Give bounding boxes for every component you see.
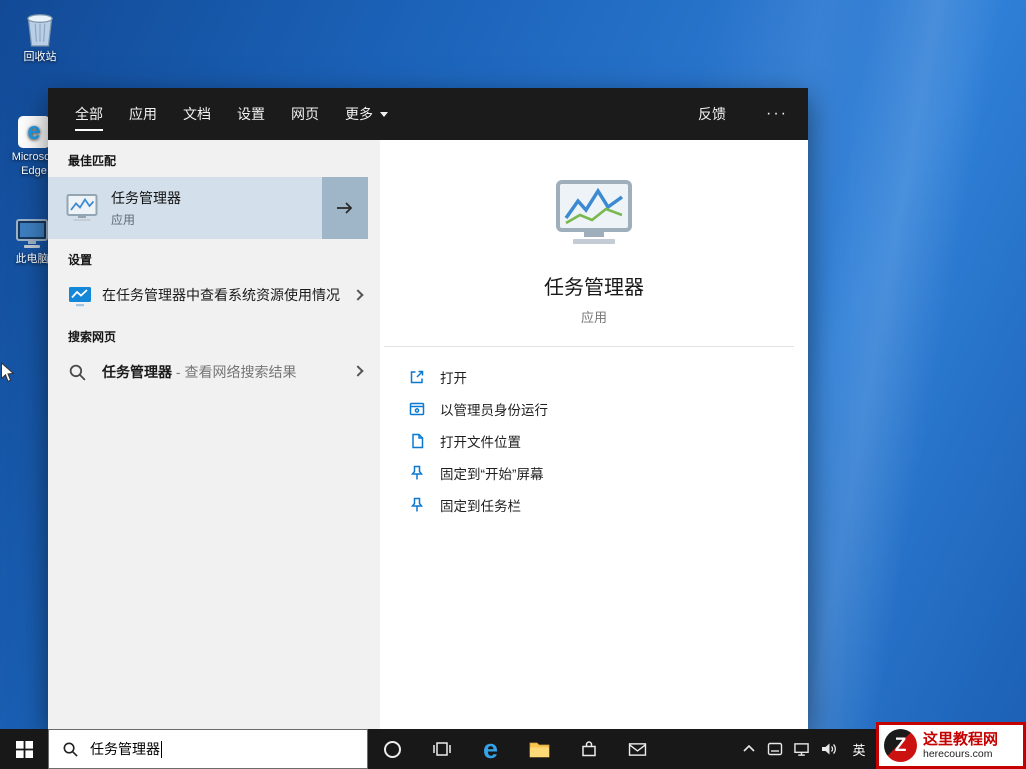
search-icon: [68, 363, 94, 382]
site-watermark: Z 这里教程网 herecours.com: [876, 722, 1026, 769]
tab-more[interactable]: 更多: [332, 88, 401, 140]
search-results-pane: 最佳匹配 任务管理器 应用: [48, 140, 380, 729]
search-icon: [62, 741, 79, 758]
action-label: 以管理员身份运行: [440, 399, 548, 419]
pin-icon: [408, 464, 428, 482]
open-icon: [408, 368, 428, 386]
chevron-right-icon: [352, 289, 363, 300]
mail-button[interactable]: [613, 729, 662, 769]
watermark-site-url: herecours.com: [923, 748, 998, 760]
chevron-down-icon: [380, 112, 388, 117]
action-pin-to-start[interactable]: 固定到“开始”屏幕: [408, 457, 808, 489]
action-pin-to-taskbar[interactable]: 固定到任务栏: [408, 489, 808, 521]
taskbar: 任务管理器 e: [0, 729, 1026, 769]
action-label: 打开: [440, 367, 467, 387]
system-tray: 英: [737, 729, 876, 769]
search-query-text: 任务管理器: [90, 739, 160, 759]
tab-documents[interactable]: 文档: [170, 88, 224, 140]
search-flyout: 全部 应用 文档 设置 网页 更多 反馈 ··· 最佳匹配: [48, 88, 808, 729]
tab-apps[interactable]: 应用: [116, 88, 170, 140]
volume-icon: [820, 741, 838, 757]
action-open-file-location[interactable]: 打开文件位置: [408, 425, 808, 457]
file-location-icon: [408, 432, 428, 450]
tab-label: 设置: [237, 104, 265, 124]
best-match-title: 任务管理器: [111, 188, 322, 208]
expand-result-button[interactable]: [322, 177, 368, 239]
desktop-icon-recycle-bin[interactable]: 回收站: [8, 8, 72, 65]
task-view-icon: [432, 741, 452, 757]
text-caret: [161, 741, 162, 758]
action-run-as-admin[interactable]: 以管理员身份运行: [408, 393, 808, 425]
action-label: 打开文件位置: [440, 431, 521, 451]
store-icon: [580, 740, 598, 758]
admin-window-icon: [408, 400, 428, 418]
volume-button[interactable]: [815, 729, 842, 769]
watermark-site-name: 这里教程网: [923, 731, 998, 748]
tab-settings[interactable]: 设置: [224, 88, 278, 140]
network-icon: [793, 742, 810, 757]
recycle-bin-icon: [8, 8, 72, 48]
settings-result-label: 在任务管理器中查看系统资源使用情况: [102, 285, 340, 305]
cortana-icon: [384, 741, 401, 758]
result-preview-pane: 任务管理器 应用 打开: [380, 140, 808, 729]
feedback-button[interactable]: 反馈: [678, 88, 746, 140]
ime-indicator[interactable]: 英: [842, 729, 876, 769]
more-options-button[interactable]: ···: [746, 88, 808, 140]
pin-icon: [408, 496, 428, 514]
task-view-button[interactable]: [417, 729, 466, 769]
watermark-logo: Z: [884, 729, 917, 762]
system-resource-icon: [68, 286, 94, 307]
best-match-result[interactable]: 任务管理器 应用: [48, 177, 368, 239]
task-manager-icon: [66, 194, 98, 222]
desktop-icon-label: 回收站: [8, 51, 72, 65]
web-section-header: 搜索网页: [48, 316, 380, 353]
action-label: 固定到任务栏: [440, 495, 521, 515]
chevron-up-icon: [743, 745, 755, 753]
web-search-result[interactable]: 任务管理器 - 查看网络搜索结果: [48, 353, 380, 391]
tab-web[interactable]: 网页: [278, 88, 332, 140]
search-filter-bar: 全部 应用 文档 设置 网页 更多 反馈 ···: [48, 88, 808, 140]
action-label: 固定到“开始”屏幕: [440, 463, 544, 483]
cortana-button[interactable]: [368, 729, 417, 769]
folder-icon: [529, 741, 550, 758]
file-explorer-button[interactable]: [515, 729, 564, 769]
tray-app-icon: [767, 742, 783, 756]
arrow-right-icon: [336, 201, 354, 215]
settings-section-header: 设置: [48, 239, 380, 276]
tab-label: 全部: [75, 104, 103, 124]
settings-result[interactable]: 在任务管理器中查看系统资源使用情况: [48, 276, 380, 316]
mail-icon: [628, 742, 647, 757]
chevron-right-icon: [352, 365, 363, 376]
web-result-query: 任务管理器: [102, 364, 172, 380]
web-result-suffix: - 查看网络搜索结果: [172, 364, 296, 380]
best-match-header: 最佳匹配: [48, 140, 380, 177]
windows-logo-icon: [16, 741, 33, 758]
tab-label: 文档: [183, 104, 211, 124]
start-button[interactable]: [0, 729, 48, 769]
tab-label: 网页: [291, 104, 319, 124]
tray-app-button[interactable]: [761, 729, 788, 769]
task-manager-large-icon: [552, 237, 636, 254]
tab-label: 更多: [345, 104, 373, 124]
preview-title: 任务管理器: [380, 271, 808, 300]
store-button[interactable]: [564, 729, 613, 769]
edge-icon: e: [483, 736, 498, 763]
tray-expand-button[interactable]: [737, 729, 761, 769]
edge-button[interactable]: e: [466, 729, 515, 769]
best-match-subtitle: 应用: [111, 211, 322, 228]
tab-all[interactable]: 全部: [62, 88, 116, 140]
taskbar-search-input[interactable]: 任务管理器: [48, 729, 368, 769]
action-open[interactable]: 打开: [408, 361, 808, 393]
network-button[interactable]: [788, 729, 815, 769]
tab-label: 应用: [129, 104, 157, 124]
preview-subtitle: 应用: [380, 307, 808, 326]
